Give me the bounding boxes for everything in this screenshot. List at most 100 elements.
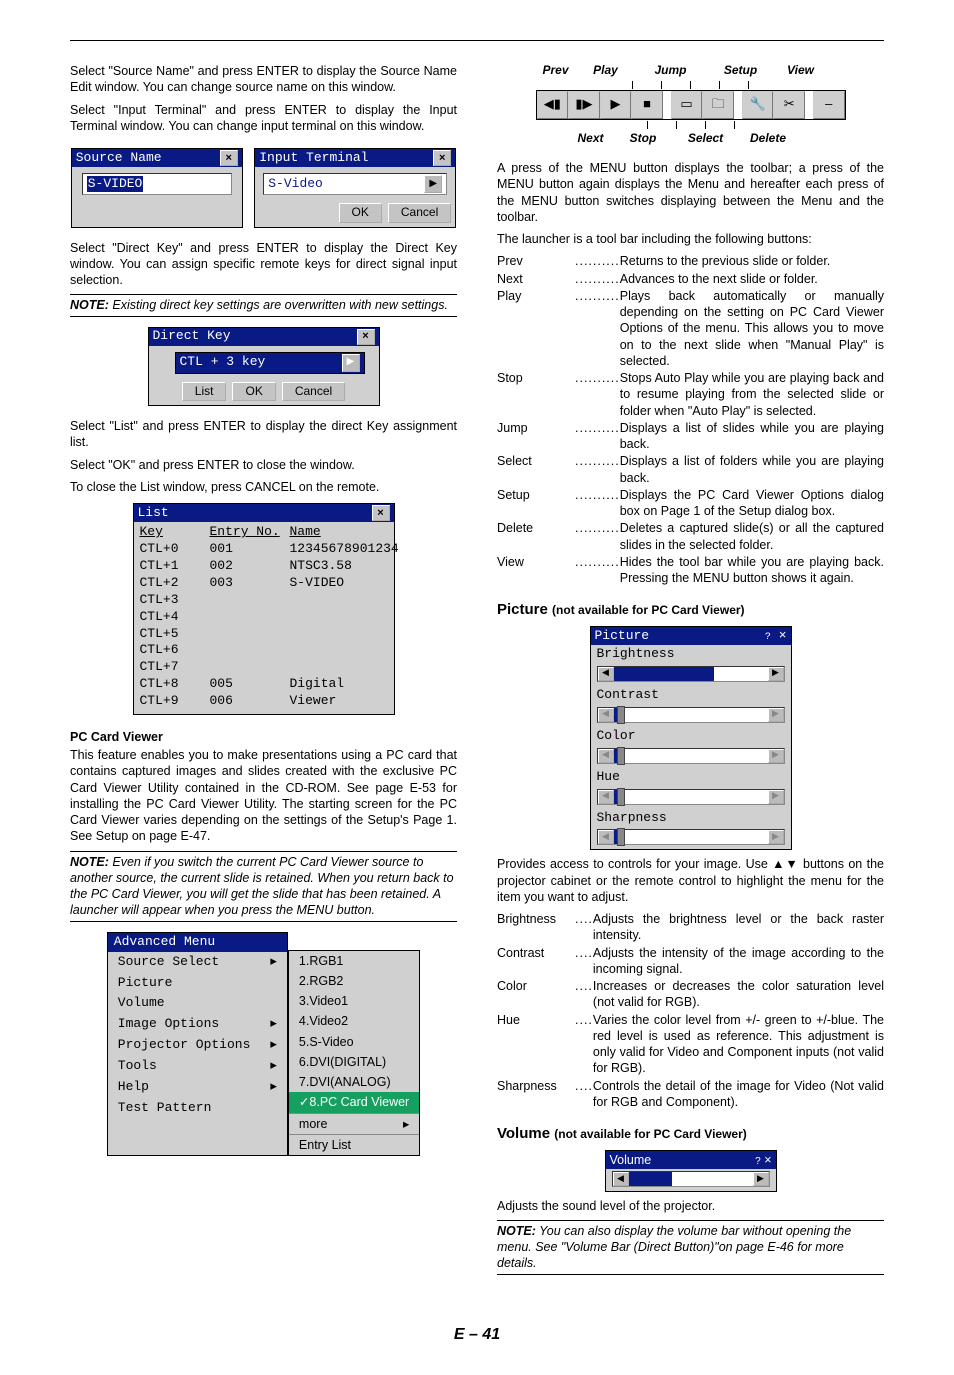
input-value: S-VIDEO <box>87 176 144 193</box>
menu-item[interactable]: Picture <box>108 973 287 994</box>
menu-item[interactable]: Image Options▸ <box>108 1014 287 1035</box>
para: Adjusts the sound level of the projector… <box>497 1198 884 1214</box>
menu-item[interactable]: Projector Options▸ <box>108 1035 287 1056</box>
close-icon[interactable]: × <box>357 329 375 345</box>
volume-slider[interactable]: ◀ ▶ <box>612 1171 770 1187</box>
slider-left-icon: ◀ <box>598 830 614 844</box>
submenu-item[interactable]: 1.RGB1 <box>289 951 419 971</box>
submenu-item[interactable]: 6.DVI(DIGITAL) <box>289 1052 419 1072</box>
jump-icon[interactable]: ▭ <box>671 91 703 119</box>
para: Select "OK" and press ENTER to close the… <box>70 457 457 473</box>
volume-window: Volume ? × ◀ ▶ <box>605 1150 777 1192</box>
slider-right-icon[interactable]: ▶ <box>753 1172 769 1186</box>
menu-item[interactable]: Volume <box>108 993 287 1014</box>
close-icon[interactable]: × <box>779 628 787 643</box>
advanced-submenu: 1.RGB12.RGB23.Video14.Video25.S-Video6.D… <box>288 950 420 1157</box>
view-icon[interactable]: – <box>813 91 845 119</box>
submenu-item[interactable]: 3.Video1 <box>289 991 419 1011</box>
definition-row: Stop .......... Stops Auto Play while yo… <box>497 370 884 419</box>
input-terminal-window: Input Terminal × S-Video ▶ OK Cancel <box>254 148 456 228</box>
toolbar-label: Stop <box>616 131 671 147</box>
note-label: NOTE: <box>497 1224 536 1238</box>
definition-row: Color .... Increases or decreases the co… <box>497 978 884 1011</box>
next-icon[interactable]: ▮▶ <box>568 91 600 119</box>
play-icon[interactable]: ▶ <box>600 91 632 119</box>
delete-icon[interactable]: ✂ <box>773 91 805 119</box>
launcher-list: Prev .......... Returns to the previous … <box>497 253 884 586</box>
definition-row: Contrast .... Adjusts the intensity of t… <box>497 945 884 978</box>
slider-left-icon[interactable]: ◀ <box>598 667 614 681</box>
note-text: Existing direct key settings are overwri… <box>112 298 448 312</box>
source-name-input[interactable]: S-VIDEO <box>82 173 232 195</box>
menu-item[interactable]: Source Select▸ <box>108 952 287 973</box>
close-icon[interactable]: × <box>764 1153 771 1167</box>
submenu-item[interactable]: more ▸ <box>289 1114 419 1134</box>
definition-row: Select .......... Displays a list of fol… <box>497 453 884 486</box>
setup-icon[interactable]: 🔧 <box>742 91 774 119</box>
direct-key-dropdown[interactable]: CTL + 3 key ▶ <box>175 352 365 374</box>
source-name-window: Source Name × S-VIDEO <box>71 148 243 228</box>
menu-item[interactable]: Test Pattern <box>108 1098 287 1119</box>
select-icon[interactable]: 🗀 <box>702 91 734 119</box>
submenu-item[interactable]: ✓8.PC Card Viewer <box>289 1092 419 1112</box>
picture-heading: Picture (not available for PC Card Viewe… <box>497 600 884 620</box>
window-title: List <box>138 505 169 522</box>
submenu-item[interactable]: 4.Video2 <box>289 1011 419 1031</box>
definition-row: Sharpness .... Controls the detail of th… <box>497 1078 884 1111</box>
table-row: CTL+9006Viewer <box>140 693 388 710</box>
pc-card-viewer-heading: PC Card Viewer <box>70 729 457 745</box>
slider: ◀▶ <box>597 707 785 723</box>
cancel-button[interactable]: Cancel <box>388 203 451 223</box>
stop-icon[interactable]: ■ <box>631 91 663 119</box>
submenu-item[interactable]: 2.RGB2 <box>289 971 419 991</box>
slider-right-icon[interactable]: ▶ <box>768 667 784 681</box>
toolbar-label: Delete <box>741 131 796 147</box>
slider-left-icon: ◀ <box>598 708 614 722</box>
close-icon[interactable]: × <box>372 505 390 521</box>
slider: ◀▶ <box>597 748 785 764</box>
close-icon[interactable]: × <box>433 150 451 166</box>
window-title: Picture <box>595 628 650 645</box>
menu-item[interactable]: Help▸ <box>108 1077 287 1098</box>
table-row: CTL+8005Digital <box>140 676 388 693</box>
note: NOTE: You can also display the volume ba… <box>497 1220 884 1275</box>
help-icon[interactable]: ? <box>765 632 771 643</box>
help-icon[interactable]: ? <box>755 1156 761 1167</box>
list-button[interactable]: List <box>182 382 227 402</box>
note-label: NOTE: <box>70 855 109 869</box>
submenu-item[interactable]: 7.DVI(ANALOG) <box>289 1072 419 1092</box>
slider[interactable]: ◀▶ <box>597 666 785 682</box>
input-terminal-dropdown[interactable]: S-Video ▶ <box>263 173 447 195</box>
toolbar-label: Prev <box>536 63 576 79</box>
menu-title: Advanced Menu <box>108 933 287 952</box>
volume-heading: Volume (not available for PC Card Viewer… <box>497 1124 884 1144</box>
viewer-toolbar: Prev Play Jump Setup View ◀▮ ▮▶ ▶ ■ ▭ 🗀 … <box>536 63 846 146</box>
definition-row: Brightness .... Adjusts the brightness l… <box>497 911 884 944</box>
para: Select "Input Terminal" and press ENTER … <box>70 102 457 135</box>
table-row: CTL+1002NTSC3.58 <box>140 558 388 575</box>
toolbar-label: Play <box>576 63 636 79</box>
definition-row: View .......... Hides the tool bar while… <box>497 554 884 587</box>
menu-item[interactable]: Tools▸ <box>108 1056 287 1077</box>
slider-left-icon[interactable]: ◀ <box>613 1172 629 1186</box>
para: Select "Direct Key" and press ENTER to d… <box>70 240 457 289</box>
definition-row: Prev .......... Returns to the previous … <box>497 253 884 269</box>
para: Select "Source Name" and press ENTER to … <box>70 63 457 96</box>
ok-button[interactable]: OK <box>232 382 275 402</box>
ok-button[interactable]: OK <box>339 203 382 223</box>
cancel-button[interactable]: Cancel <box>282 382 345 402</box>
definition-row: Jump .......... Displays a list of slide… <box>497 420 884 453</box>
close-icon[interactable]: × <box>220 150 238 166</box>
prev-icon[interactable]: ◀▮ <box>537 91 569 119</box>
table-row: CTL+5 <box>140 626 388 643</box>
dropdown-value: CTL + 3 key <box>180 354 266 371</box>
chevron-right-icon[interactable]: ▶ <box>342 354 360 372</box>
definition-row: Hue .... Varies the color level from +/-… <box>497 1012 884 1077</box>
picture-row-label: Sharpness <box>591 809 791 828</box>
para: To close the List window, press CANCEL o… <box>70 479 457 495</box>
submenu-item[interactable]: 5.S-Video <box>289 1032 419 1052</box>
definition-row: Delete .......... Deletes a captured sli… <box>497 520 884 553</box>
submenu-item[interactable]: Entry List <box>289 1135 419 1155</box>
chevron-right-icon[interactable]: ▶ <box>424 175 442 193</box>
para: Provides access to controls for your ima… <box>497 856 884 905</box>
